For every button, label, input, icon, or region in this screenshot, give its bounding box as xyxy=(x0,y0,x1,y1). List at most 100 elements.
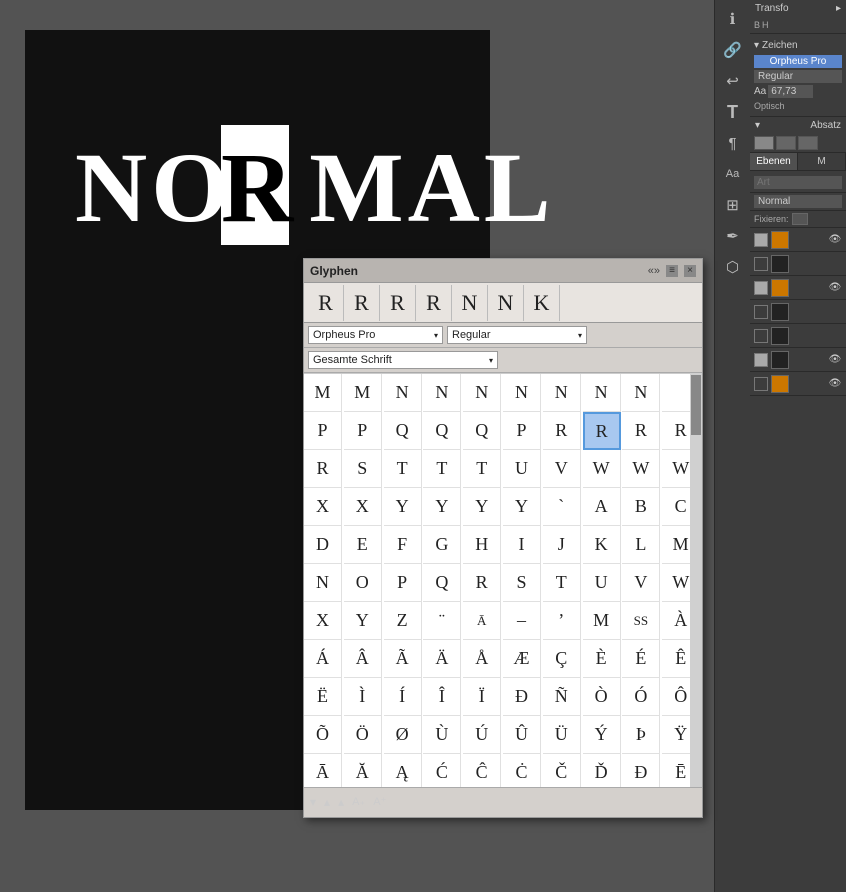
grid-icon[interactable]: ⊞ xyxy=(719,191,747,219)
glyph-cell[interactable]: T xyxy=(423,450,461,488)
recent-glyph-2[interactable]: R xyxy=(380,285,416,321)
glyph-cell[interactable]: S xyxy=(503,564,541,602)
eye-icon[interactable]: 👁 xyxy=(828,353,842,367)
glyph-cell[interactable]: R xyxy=(622,412,660,450)
glyph-cell[interactable]: Ú xyxy=(463,716,501,754)
text-icon[interactable]: T xyxy=(719,98,747,126)
glyph-cell[interactable]: E xyxy=(344,526,382,564)
glyph-cell[interactable]: K xyxy=(583,526,621,564)
glyph-cell[interactable]: É xyxy=(622,640,660,678)
style-dropdown[interactable]: Regular ▾ xyxy=(447,326,587,344)
glyph-cell[interactable]: M xyxy=(304,374,342,412)
recent-glyph-4[interactable]: N xyxy=(452,285,488,321)
font-name-display[interactable]: Orpheus Pro xyxy=(754,55,842,68)
glyph-cell[interactable]: ¨ xyxy=(423,602,461,640)
glyph-cell[interactable]: Y xyxy=(423,488,461,526)
glyph-cell[interactable]: X xyxy=(304,602,342,640)
glyph-cell[interactable]: N xyxy=(622,374,660,412)
glyph-cell[interactable]: U xyxy=(503,450,541,488)
glyph-cell[interactable]: Í xyxy=(384,678,422,716)
glyph-cell[interactable]: N xyxy=(423,374,461,412)
glyph-cell[interactable]: Ā xyxy=(463,602,501,640)
scroll-down-btn[interactable]: ▾ xyxy=(310,795,316,809)
glyph-cell[interactable]: P xyxy=(304,412,342,450)
glyph-cell[interactable]: X xyxy=(344,488,382,526)
layer-visibility-toggle[interactable] xyxy=(754,305,768,319)
glyph-cell[interactable]: N xyxy=(583,374,621,412)
glyph-cell[interactable]: A xyxy=(583,488,621,526)
glyph-cell[interactable]: Ċ xyxy=(503,754,541,787)
glyph-cell[interactable]: W xyxy=(583,450,621,488)
glyph-cell[interactable]: ʼ xyxy=(543,602,581,640)
layer-visibility-toggle[interactable] xyxy=(754,377,768,391)
glyph-cell[interactable]: Đ xyxy=(622,754,660,787)
glyph-cell[interactable]: X xyxy=(304,488,342,526)
glyph-cell[interactable]: Z xyxy=(384,602,422,640)
tab-m[interactable]: M xyxy=(798,153,846,170)
glyph-cell[interactable]: Å xyxy=(463,640,501,678)
glyph-cell[interactable]: H xyxy=(463,526,501,564)
glyph-cell[interactable]: Ć xyxy=(423,754,461,787)
glyph-cell[interactable]: W xyxy=(622,450,660,488)
glyph-cell[interactable]: Ã xyxy=(384,640,422,678)
recent-glyph-6[interactable]: K xyxy=(524,285,560,321)
glyph-cell[interactable]: I xyxy=(503,526,541,564)
eye-icon[interactable]: 👁 xyxy=(828,281,842,295)
layer-visibility-toggle[interactable] xyxy=(754,233,768,247)
glyph-cell[interactable]: Ó xyxy=(622,678,660,716)
pen-icon[interactable]: ✒ xyxy=(719,222,747,250)
recent-glyph-1[interactable]: R xyxy=(344,285,380,321)
glyph-cell[interactable]: Î xyxy=(423,678,461,716)
recent-glyph-0[interactable]: R xyxy=(308,285,344,321)
glyph-cell[interactable]: N xyxy=(384,374,422,412)
glyph-cell[interactable]: N xyxy=(543,374,581,412)
glyph-cell[interactable]: T xyxy=(463,450,501,488)
glyph-cell[interactable]: Č xyxy=(543,754,581,787)
glyph-cell[interactable]: Ï xyxy=(463,678,501,716)
menu-icon[interactable]: ≡ xyxy=(666,265,678,277)
glyph-cell[interactable]: Ą xyxy=(384,754,422,787)
glyph-cell[interactable]: V xyxy=(622,564,660,602)
glyph-cell[interactable]: Õ xyxy=(304,716,342,754)
glyph-cell[interactable]: Æ xyxy=(503,640,541,678)
glyph-cell-selected[interactable]: R xyxy=(583,412,621,450)
font-size-value[interactable]: 67,73 xyxy=(768,85,813,98)
filter-dropdown[interactable]: Gesamte Schrift ▾ xyxy=(308,351,498,369)
glyph-cell[interactable]: Ð xyxy=(503,678,541,716)
eye-icon[interactable]: 👁 xyxy=(828,377,842,391)
glyph-cell[interactable]: S xyxy=(344,450,382,488)
tab-ebenen[interactable]: Ebenen xyxy=(750,153,798,170)
glyph-cell[interactable]: Q xyxy=(423,412,461,450)
glyph-cell[interactable]: O xyxy=(344,564,382,602)
glyph-cell[interactable]: P xyxy=(503,412,541,450)
glyph-cell[interactable]: Ë xyxy=(304,678,342,716)
glyph-cell[interactable]: Ĉ xyxy=(463,754,501,787)
align-right-btn[interactable] xyxy=(798,136,818,150)
glyph-cell[interactable]: B xyxy=(622,488,660,526)
glyph-cell[interactable]: U xyxy=(583,564,621,602)
glyph-cell[interactable]: Y xyxy=(344,602,382,640)
glyph-cell[interactable]: Â xyxy=(344,640,382,678)
glyph-cell[interactable]: Ď xyxy=(583,754,621,787)
glyph-cell[interactable]: P xyxy=(384,564,422,602)
align-left-btn[interactable] xyxy=(754,136,774,150)
glyph-cell[interactable]: Ñ xyxy=(543,678,581,716)
eye-icon[interactable]: 👁 xyxy=(828,233,842,247)
glyph-cell[interactable]: M xyxy=(583,602,621,640)
glyph-cell[interactable]: Y xyxy=(503,488,541,526)
layer-visibility-toggle[interactable] xyxy=(754,329,768,343)
glyph-cell[interactable]: Ø xyxy=(384,716,422,754)
glyph-cell[interactable]: F xyxy=(384,526,422,564)
glyph-cell[interactable]: Û xyxy=(503,716,541,754)
info-icon[interactable]: ℹ xyxy=(719,5,747,33)
glyph-cell[interactable]: Q xyxy=(384,412,422,450)
font-style-display[interactable]: Regular xyxy=(754,70,842,83)
glyph-cell[interactable]: L xyxy=(622,526,660,564)
font-size-increase-btn[interactable]: A⁺ xyxy=(373,795,386,808)
scroll-up-btn[interactable]: ▴ xyxy=(324,795,330,809)
transform-text-icon[interactable]: Aa xyxy=(719,160,747,188)
glyph-cell[interactable]: Y xyxy=(463,488,501,526)
recent-glyph-3[interactable]: R xyxy=(416,285,452,321)
font-size-decrease-btn[interactable]: A₊ xyxy=(352,795,365,808)
glyph-cell[interactable]: P xyxy=(344,412,382,450)
